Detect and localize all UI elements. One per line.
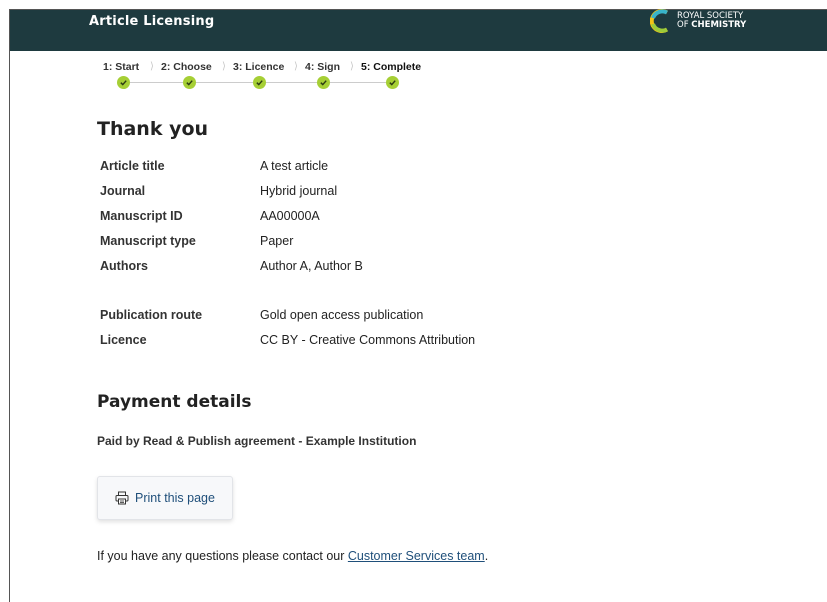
check-icon [183, 76, 196, 89]
detail-value: Gold open access publication [260, 308, 424, 322]
detail-value: CC BY - Creative Commons Attribution [260, 333, 476, 347]
step-separator-icon: ⟩ [222, 61, 226, 72]
detail-label: Authors [100, 259, 148, 273]
payment-details-text: Paid by Read & Publish agreement - Examp… [97, 434, 417, 448]
detail-label: Manuscript ID [100, 209, 183, 223]
rsc-logo-icon [650, 9, 669, 33]
check-icon [253, 76, 266, 89]
detail-value: A test article [260, 159, 329, 173]
detail-label: Journal [100, 184, 146, 198]
logo-line-2-bold: CHEMISTRY [691, 20, 747, 30]
detail-value: Author A, Author B [260, 259, 363, 273]
step-choose: 2: Choose [161, 61, 212, 73]
app-title: Article Licensing [89, 14, 215, 29]
step-licence: 3: Licence [233, 61, 285, 73]
step-separator-icon: ⟩ [294, 61, 298, 72]
detail-label: Article title [100, 159, 165, 173]
detail-label: Licence [100, 333, 147, 347]
step-start: 1: Start [103, 61, 140, 73]
detail-value: Paper [260, 234, 294, 248]
footer-suffix: . [484, 549, 489, 563]
step-sign: 4: Sign [305, 61, 341, 73]
logo-line-2-prefix: OF [677, 20, 692, 30]
contact-footer: If you have any questions please contact… [97, 549, 488, 563]
detail-label: Manuscript type [100, 234, 196, 248]
check-icon [117, 76, 130, 89]
step-separator-icon: ⟩ [150, 61, 154, 72]
detail-value: Hybrid journal [260, 184, 338, 198]
payment-details-heading: Payment details [97, 392, 252, 412]
logo-text: ROYAL SOCIETY OF CHEMISTRY [677, 12, 746, 30]
logo-line-2: OF CHEMISTRY [677, 21, 746, 30]
step-separator-icon: ⟩ [350, 61, 354, 72]
print-page-button[interactable]: Print this page [97, 476, 233, 520]
check-icon [386, 76, 399, 89]
detail-value: AA00000A [260, 209, 320, 223]
print-page-label: Print this page [135, 491, 215, 505]
rsc-logo[interactable]: ROYAL SOCIETY OF CHEMISTRY [650, 9, 746, 33]
customer-services-link[interactable]: Customer Services team [348, 549, 485, 563]
thank-you-heading: Thank you [97, 118, 209, 140]
footer-text: If you have any questions please contact… [97, 549, 348, 563]
printer-icon [115, 491, 129, 505]
detail-label: Publication route [100, 308, 203, 322]
check-icon [317, 76, 330, 89]
step-complete: 5: Complete [361, 61, 422, 73]
